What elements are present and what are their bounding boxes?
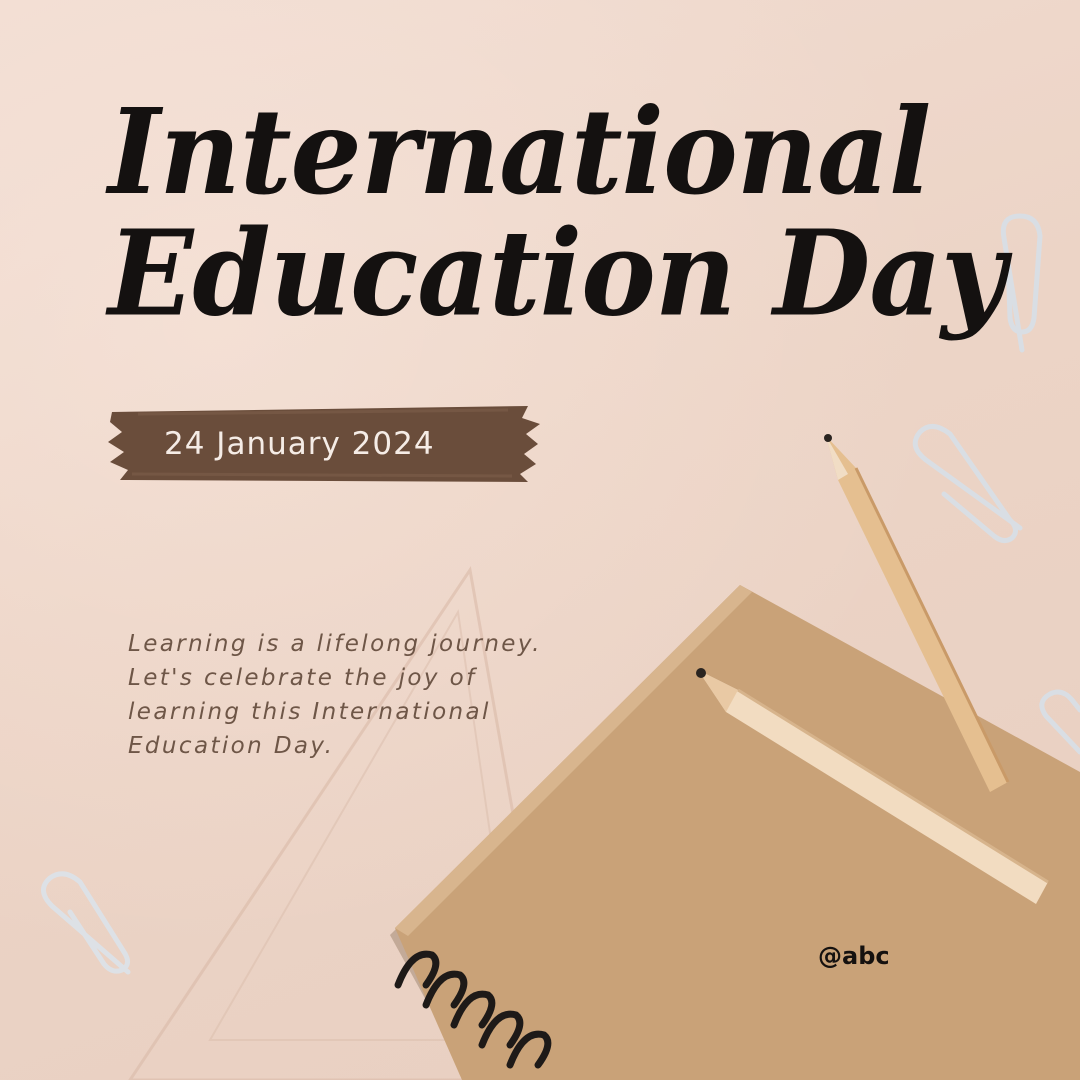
message-line-4: Education Day.: [128, 733, 335, 759]
message-line-2: Let's celebrate the joy of: [128, 665, 477, 691]
paperclip-icon: [41, 871, 131, 975]
social-handle: @abc: [818, 942, 890, 970]
date-banner: 24 January 2024: [108, 404, 540, 484]
paperclip-icon: [912, 424, 1023, 544]
event-date: 24 January 2024: [164, 426, 435, 462]
message-line-1: Learning is a lifelong journey.: [128, 631, 542, 657]
poster-message: Learning is a lifelong journey. Let's ce…: [128, 627, 608, 763]
title-line-1: International: [108, 83, 931, 222]
message-line-3: learning this International: [128, 699, 491, 725]
paperclip-icon: [1000, 213, 1043, 353]
poster-title: International Education Day: [108, 83, 1006, 343]
title-line-2: Education Day: [108, 205, 1006, 343]
paperclip-icon: [1039, 689, 1080, 755]
